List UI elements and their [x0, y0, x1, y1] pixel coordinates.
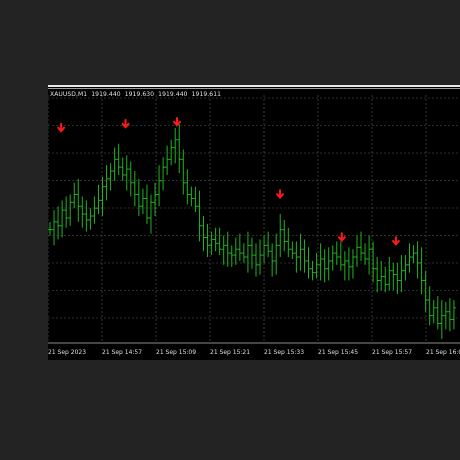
sell-signal-arrow-icon: [56, 123, 66, 133]
close-price: 1919.611: [191, 91, 222, 98]
sell-signal-arrow-icon: [275, 189, 285, 200]
chart-top-border-inner: [48, 88, 460, 89]
chart-header: XAUUSD,M1 1919.440 1919.630 1919.440 191…: [50, 91, 223, 98]
sell-signal-arrow-icon: [337, 232, 347, 243]
sell-signal-arrow-icon: [121, 119, 130, 129]
sell-signal-arrow-icon: [172, 117, 182, 127]
time-axis-label: 21 Sep 15:33: [264, 349, 305, 356]
chart-top-border: [48, 85, 460, 87]
price-chart[interactable]: [48, 85, 460, 360]
time-axis-label: 21 Sep 15:57: [372, 349, 413, 356]
low-price: 1919.440: [158, 91, 188, 98]
sell-signal-arrow-icon: [391, 236, 401, 246]
high-price: 1919.630: [124, 91, 155, 98]
time-axis-label: 21 Sep 16:09: [426, 349, 460, 356]
symbol-label: XAUUSD,M1: [50, 91, 88, 98]
time-axis-label: 21 Sep 15:09: [156, 349, 197, 356]
open-price: 1919.440: [91, 91, 121, 98]
time-axis-label: 21 Sep 2023: [48, 349, 87, 356]
chart-window[interactable]: XAUUSD,M1 1919.440 1919.630 1919.440 191…: [48, 85, 460, 360]
time-axis-label: 21 Sep 14:57: [102, 349, 143, 356]
time-axis-label: 21 Sep 15:21: [210, 349, 251, 356]
time-axis-label: 21 Sep 15:45: [318, 349, 359, 356]
